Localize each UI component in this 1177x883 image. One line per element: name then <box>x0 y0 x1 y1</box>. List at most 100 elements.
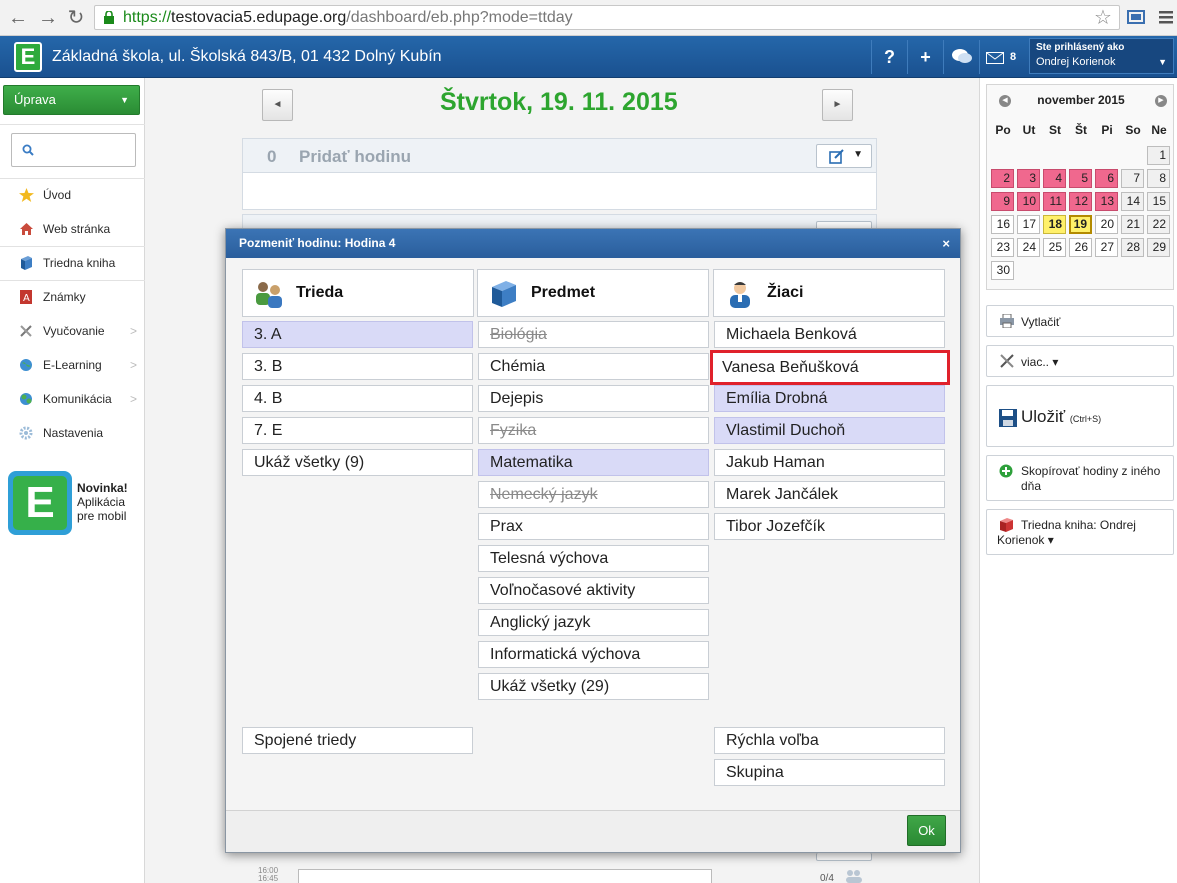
student-option-highlighted[interactable]: Vanesa Beňušková <box>710 350 950 385</box>
calendar-day[interactable]: 16 <box>991 215 1014 234</box>
sidebar-item-triedna-kniha[interactable]: Triedna kniha <box>0 248 145 278</box>
messages-button[interactable]: 8 <box>979 40 1025 74</box>
calendar-day[interactable]: 18 <box>1043 215 1066 234</box>
subject-option[interactable]: Biológia <box>478 321 709 348</box>
calendar-day[interactable]: 2 <box>991 169 1014 188</box>
subject-option[interactable]: Informatická výchova <box>478 641 709 668</box>
subject-option[interactable]: Matematika <box>478 449 709 476</box>
search-box[interactable] <box>11 133 136 167</box>
back-arrow-icon[interactable]: ← <box>6 6 30 30</box>
bookmark-star-icon[interactable]: ☆ <box>1094 5 1112 30</box>
mobile-app-promo[interactable]: E Novinka! Aplikácia pre mobil <box>8 471 140 535</box>
subject-option[interactable]: Nemecký jazyk <box>478 481 709 508</box>
lesson-edit-button[interactable]: ▼ <box>816 144 872 168</box>
sidebar-item-web[interactable]: Web stránka <box>0 214 145 244</box>
subject-option[interactable]: Telesná výchova <box>478 545 709 572</box>
calendar-day[interactable]: 22 <box>1147 215 1170 234</box>
calendar-day[interactable]: 8 <box>1147 169 1170 188</box>
sidebar-item-nastavenia[interactable]: Nastavenia <box>0 418 145 448</box>
sidebar-item-e-learning[interactable]: E-Learning > <box>0 350 145 380</box>
subject-option[interactable]: Anglický jazyk <box>478 609 709 636</box>
student-option[interactable]: Emília Drobná <box>714 385 945 412</box>
sidebar-item-znamky[interactable]: A Známky <box>0 282 145 312</box>
calendar-day[interactable]: 24 <box>1017 238 1040 257</box>
calendar-day[interactable]: 28 <box>1121 238 1144 257</box>
lesson-edit-button[interactable] <box>816 853 872 861</box>
show-all-subjects-button[interactable]: Ukáž všetky (29) <box>478 673 709 700</box>
class-option[interactable]: 3. B <box>242 353 473 380</box>
group-button[interactable]: Skupina <box>714 759 945 786</box>
lesson-topic-input[interactable] <box>298 869 712 883</box>
student-option[interactable]: Michaela Benková <box>714 321 945 348</box>
sidebar-item-vyucovanie[interactable]: Vyučovanie > <box>0 316 145 346</box>
calendar-day[interactable]: 10 <box>1017 192 1040 211</box>
edit-menu-button[interactable]: Úprava ▼ <box>3 85 140 115</box>
subject-option[interactable]: Voľnočasové aktivity <box>478 577 709 604</box>
joined-classes-button[interactable]: Spojené triedy <box>242 727 473 754</box>
calendar-day[interactable]: 3 <box>1017 169 1040 188</box>
show-all-classes-button[interactable]: Ukáž všetky (9) <box>242 449 473 476</box>
calendar-day[interactable]: 12 <box>1069 192 1092 211</box>
chat-button[interactable] <box>943 40 979 74</box>
calendar-day[interactable]: 14 <box>1121 192 1144 211</box>
class-book-selector[interactable]: Triedna kniha: Ondrej Korienok ▾ <box>986 509 1174 555</box>
add-button[interactable]: + <box>907 40 943 74</box>
sidebar-item-uvod[interactable]: Úvod <box>0 180 145 210</box>
class-option[interactable]: 7. E <box>242 417 473 444</box>
calendar-next-month-icon[interactable]: ▶ <box>1155 95 1167 107</box>
calendar-day[interactable]: 11 <box>1043 192 1066 211</box>
help-button[interactable]: ? <box>871 40 907 74</box>
calendar-day[interactable]: 20 <box>1095 215 1118 234</box>
calendar-day[interactable]: 15 <box>1147 192 1170 211</box>
student-option[interactable]: Marek Jančálek <box>714 481 945 508</box>
add-lesson-link[interactable]: Pridať hodinu <box>299 147 411 167</box>
address-bar[interactable]: https://testovacia5.edupage.org/dashboar… <box>94 5 1120 30</box>
copy-lessons-button[interactable]: Skopírovať hodiny z iného dňa <box>986 455 1174 501</box>
calendar-day[interactable]: 23 <box>991 238 1014 257</box>
menu-icon[interactable] <box>1156 8 1176 26</box>
calendar-day[interactable]: 5 <box>1069 169 1092 188</box>
previous-day-button[interactable]: ◄ <box>262 89 293 121</box>
cast-icon[interactable] <box>1126 8 1146 26</box>
edit-menu-label: Úprava <box>14 92 56 107</box>
student-option[interactable]: Vlastimil Duchoň <box>714 417 945 444</box>
calendar-day[interactable]: 27 <box>1095 238 1118 257</box>
calendar-day[interactable]: 29 <box>1147 238 1170 257</box>
save-button[interactable]: Uložiť (Ctrl+S) <box>986 385 1174 447</box>
reload-icon[interactable]: ↻ <box>64 6 88 30</box>
calendar-day[interactable]: 6 <box>1095 169 1118 188</box>
ok-button[interactable]: Ok <box>907 815 946 846</box>
class-option[interactable]: 4. B <box>242 385 473 412</box>
calendar-day[interactable]: 17 <box>1017 215 1040 234</box>
promo-text: Novinka! Aplikácia pre mobil <box>77 481 128 523</box>
calendar-day[interactable]: 25 <box>1043 238 1066 257</box>
user-menu[interactable]: Ste prihlásený ako Ondrej Korienok ▼ <box>1029 38 1174 74</box>
subject-option[interactable]: Prax <box>478 513 709 540</box>
edupage-logo[interactable]: E <box>14 42 42 72</box>
calendar-day[interactable]: 13 <box>1095 192 1118 211</box>
print-button[interactable]: Vytlačiť <box>986 305 1174 337</box>
student-option[interactable]: Tibor Jozefčík <box>714 513 945 540</box>
calendar-weekday: So <box>1125 123 1141 137</box>
forward-arrow-icon[interactable]: → <box>36 6 60 30</box>
calendar-day[interactable]: 7 <box>1121 169 1144 188</box>
subject-option[interactable]: Chémia <box>478 353 709 380</box>
calendar-day[interactable]: 4 <box>1043 169 1066 188</box>
dialog-title-text: Pozmeniť hodinu: Hodina 4 <box>239 236 396 250</box>
student-option[interactable]: Jakub Haman <box>714 449 945 476</box>
calendar-day[interactable]: 9 <box>991 192 1014 211</box>
search-input[interactable] <box>40 140 130 160</box>
more-button[interactable]: viac.. ▾ <box>986 345 1174 377</box>
class-option[interactable]: 3. A <box>242 321 473 348</box>
calendar-day[interactable]: 30 <box>991 261 1014 280</box>
quick-choice-button[interactable]: Rýchla voľba <box>714 727 945 754</box>
subject-option[interactable]: Dejepis <box>478 385 709 412</box>
next-day-button[interactable]: ► <box>822 89 853 121</box>
subject-option[interactable]: Fyzika <box>478 417 709 444</box>
calendar-day[interactable]: 1 <box>1147 146 1170 165</box>
calendar-day[interactable]: 21 <box>1121 215 1144 234</box>
calendar-day[interactable]: 19 <box>1069 215 1092 234</box>
sidebar-item-komunikacia[interactable]: Komunikácia > <box>0 384 145 414</box>
close-icon[interactable]: × <box>942 229 950 258</box>
calendar-day[interactable]: 26 <box>1069 238 1092 257</box>
